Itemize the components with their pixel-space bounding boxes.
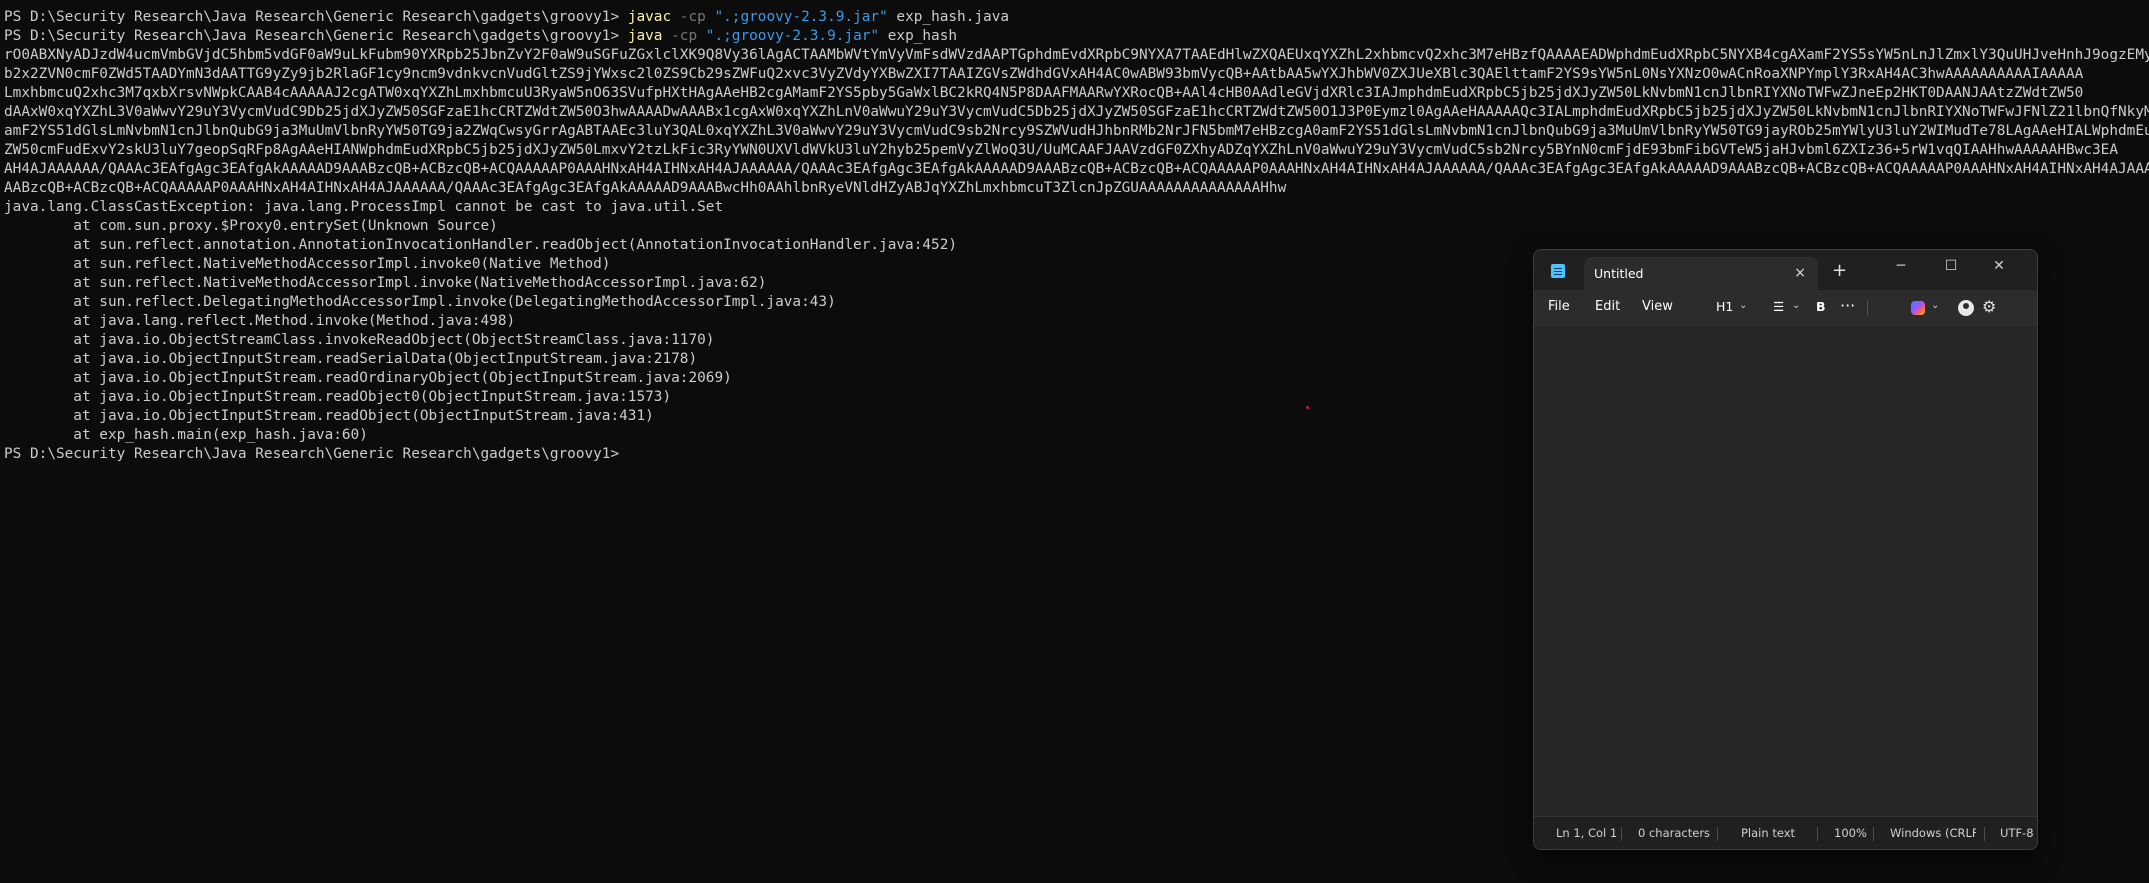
payload-output-line: AABzcQB+ACBzcQB+ACQAAAAAP0AAAHNxAH4AIHNx… xyxy=(4,180,1287,196)
status-bar: Ln 1, Col 1 0 characters Plain text 100%… xyxy=(1534,816,2037,849)
toolbar-divider xyxy=(1867,300,1868,316)
command-flag: -cp xyxy=(671,9,715,25)
new-tab-icon[interactable]: + xyxy=(1832,260,1847,281)
status-divider xyxy=(1873,827,1874,841)
payload-output-line: dAAxW0xqYXZhL3V0aWwvY29uY3VycmVudC9Db25j… xyxy=(4,104,2149,120)
text-format[interactable]: Plain text xyxy=(1741,826,1795,840)
payload-output-line: ZW50cmFudExvY2skU3luY7geopSqRFp8AgAAeHIA… xyxy=(4,142,2118,158)
menu-view[interactable]: View xyxy=(1642,299,1673,314)
settings-gear-icon[interactable]: ⚙ xyxy=(1982,297,1996,316)
tab-close-icon[interactable]: × xyxy=(1794,265,1806,281)
status-divider xyxy=(1984,827,1985,841)
command-string: ".;groovy-2.3.9.jar" xyxy=(705,28,880,44)
menu-bar: File Edit View H1 ⌄ ☰ ⌄ B ··· ⌄ ⚙ xyxy=(1534,290,2037,326)
heading-dropdown[interactable]: H1 xyxy=(1716,299,1733,314)
prompt: PS D:\Security Research\Java Research\Ge… xyxy=(4,9,628,25)
command: java xyxy=(627,28,663,44)
tab-untitled[interactable]: Untitled × xyxy=(1584,257,1818,291)
prompt: PS D:\Security Research\Java Research\Ge… xyxy=(4,28,628,44)
terminal-command-line: PS D:\Security Research\Java Research\Ge… xyxy=(4,27,2149,46)
zoom-level[interactable]: 100% xyxy=(1834,826,1867,840)
maximize-button[interactable]: ☐ xyxy=(1936,254,1966,278)
line-ending[interactable]: Windows (CRLF) xyxy=(1890,826,1976,840)
character-count: 0 characters xyxy=(1638,826,1711,840)
exception-line: java.lang.ClassCastException: java.lang.… xyxy=(4,199,724,215)
mouse-pointer xyxy=(1306,406,1309,409)
copilot-icon[interactable] xyxy=(1911,301,1925,315)
chevron-down-icon[interactable]: ⌄ xyxy=(1931,300,1939,311)
close-button[interactable]: ✕ xyxy=(1984,254,2014,278)
bold-button[interactable]: B xyxy=(1816,299,1826,314)
status-divider xyxy=(1621,827,1622,841)
more-options-icon[interactable]: ··· xyxy=(1840,296,1855,315)
tab-title: Untitled xyxy=(1594,266,1644,281)
chevron-down-icon[interactable]: ⌄ xyxy=(1792,300,1800,311)
payload-output-line: b2x2ZVN0cmF0ZWd5TAADYmN3dAATTG9yZy9jb2Rl… xyxy=(4,66,2084,82)
status-divider xyxy=(1717,827,1718,841)
account-icon[interactable] xyxy=(1958,300,1974,316)
text-editor-area[interactable] xyxy=(1534,326,2037,816)
chevron-down-icon[interactable]: ⌄ xyxy=(1739,300,1747,311)
payload-output-line: amF2YS51dGlsLmNvbmN1cnJlbnQubG9ja3MuUmVl… xyxy=(4,123,2149,139)
payload-output-line: AH4AJAAAAAA/QAAAc3EAfgAgc3EAfgAkAAAAAD9A… xyxy=(4,161,2149,177)
payload-output-line: LmxhbmcuQ2xhc3M7qxbXrsvNWpkCAAB4cAAAAAJ2… xyxy=(4,85,2084,101)
list-icon[interactable]: ☰ xyxy=(1773,299,1784,314)
notepad-window[interactable]: Untitled × + ─ ☐ ✕ File Edit View H1 ⌄ ☰… xyxy=(1533,249,2038,850)
title-bar[interactable]: Untitled × + ─ ☐ ✕ xyxy=(1534,250,2037,291)
command-arg: exp_hash.java xyxy=(887,9,1010,25)
command-string: ".;groovy-2.3.9.jar" xyxy=(714,9,888,25)
command: javac xyxy=(627,9,672,25)
encoding[interactable]: UTF-8 xyxy=(2000,826,2034,840)
command-arg: exp_hash xyxy=(879,28,958,44)
menu-file[interactable]: File xyxy=(1548,299,1570,314)
status-divider xyxy=(1817,827,1818,841)
menu-edit[interactable]: Edit xyxy=(1595,299,1620,314)
minimize-button[interactable]: ─ xyxy=(1886,254,1916,278)
command-flag: -cp xyxy=(662,28,706,44)
stack-trace-line: at com.sun.proxy.$Proxy0.entrySet(Unknow… xyxy=(4,218,498,234)
terminal-command-line: PS D:\Security Research\Java Research\Ge… xyxy=(4,8,2149,27)
cursor-position: Ln 1, Col 1 xyxy=(1556,826,1618,840)
payload-output-line: rO0ABXNyADJzdW4ucmVmbGVjdC5hbm5vdGF0aW9u… xyxy=(4,47,2149,63)
notepad-app-icon xyxy=(1551,264,1565,278)
